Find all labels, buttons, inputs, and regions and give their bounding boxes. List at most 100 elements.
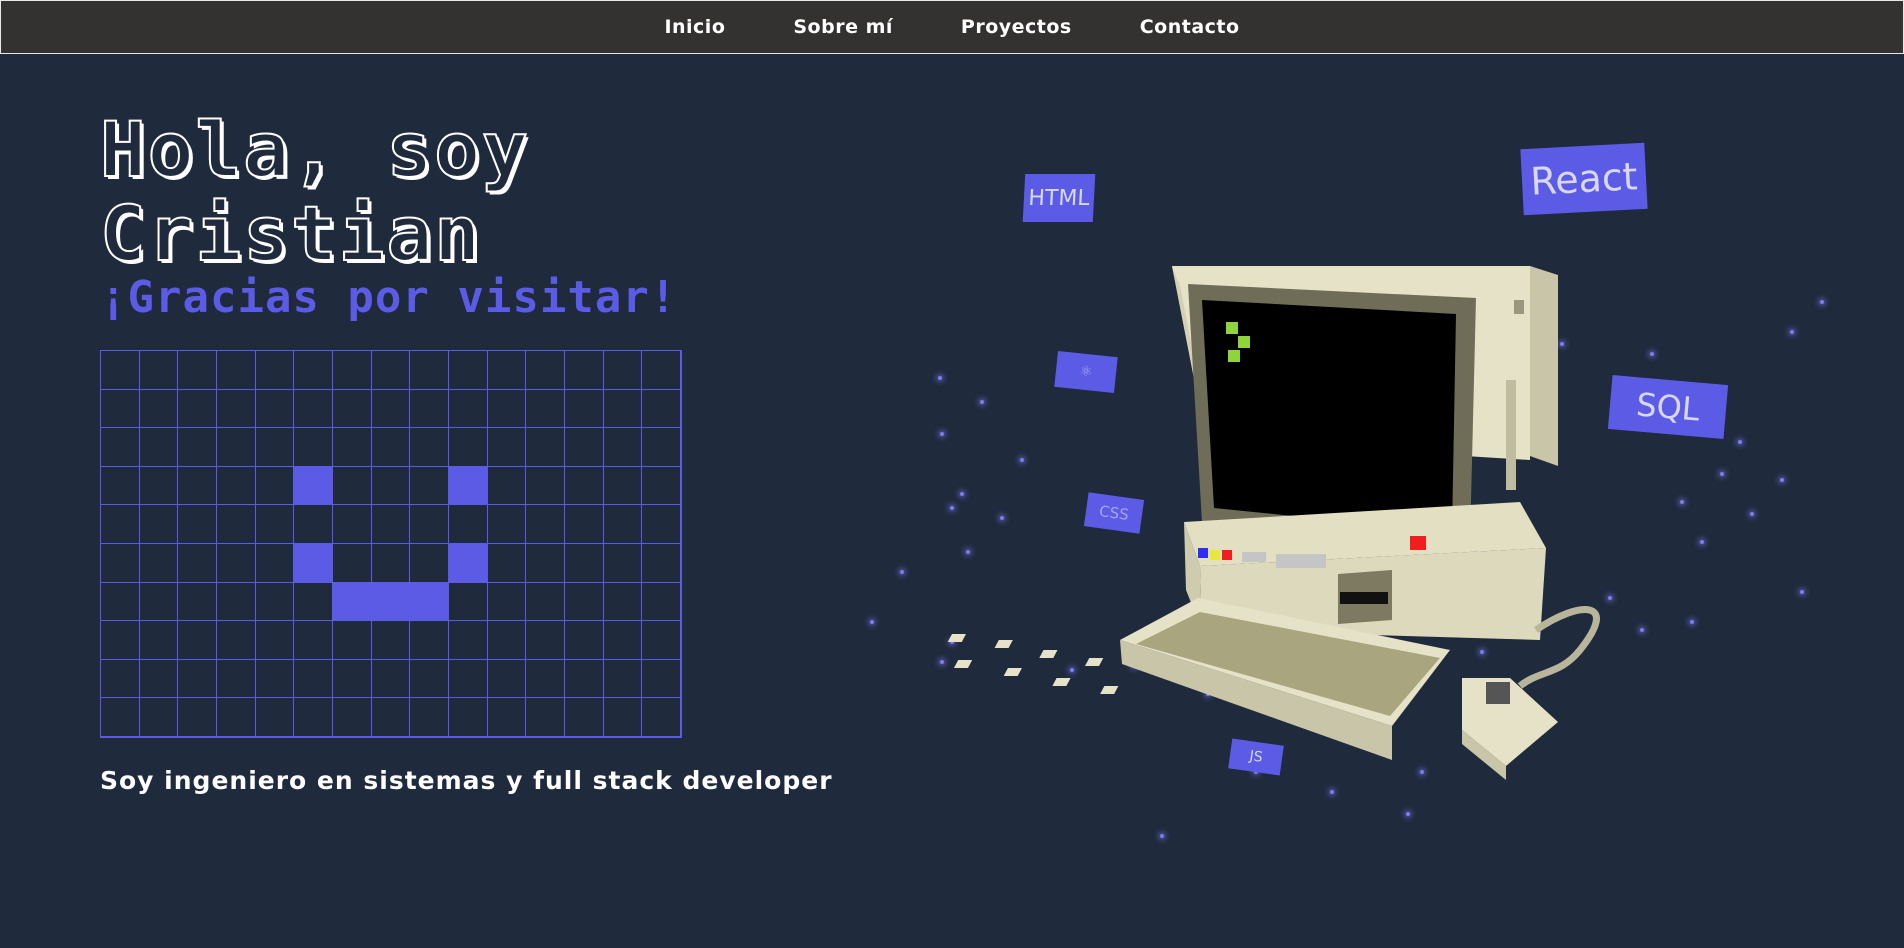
grid-cell[interactable] <box>101 505 140 544</box>
grid-cell[interactable] <box>642 698 681 737</box>
grid-cell[interactable] <box>526 659 565 699</box>
grid-cell[interactable] <box>487 466 527 506</box>
grid-cell[interactable] <box>565 351 604 390</box>
grid-cell[interactable] <box>333 621 372 660</box>
grid-cell[interactable] <box>178 389 217 429</box>
grid-cell[interactable] <box>565 505 604 544</box>
grid-cell[interactable] <box>178 698 217 737</box>
grid-cell[interactable] <box>101 582 140 622</box>
grid-cell[interactable] <box>139 543 179 583</box>
grid-cell[interactable] <box>217 582 256 622</box>
grid-cell[interactable] <box>410 621 449 660</box>
grid-cell[interactable] <box>178 621 217 660</box>
grid-cell[interactable] <box>217 659 256 699</box>
pixel-smiley-grid[interactable] <box>100 350 682 738</box>
grid-cell[interactable] <box>410 466 449 506</box>
grid-cell[interactable] <box>487 389 527 429</box>
nav-link-sobre-mi[interactable]: Sobre mí <box>793 16 893 38</box>
grid-cell[interactable] <box>487 428 527 467</box>
grid-cell[interactable] <box>526 505 565 544</box>
grid-cell[interactable] <box>294 351 333 390</box>
grid-cell[interactable] <box>178 582 217 622</box>
grid-cell[interactable] <box>178 505 217 544</box>
grid-cell[interactable] <box>217 505 256 544</box>
grid-cell[interactable] <box>294 582 333 622</box>
grid-cell[interactable] <box>410 582 449 622</box>
grid-cell[interactable] <box>333 698 372 737</box>
nav-link-contacto[interactable]: Contacto <box>1140 16 1240 38</box>
grid-cell[interactable] <box>101 659 140 699</box>
grid-cell[interactable] <box>294 543 333 583</box>
grid-cell[interactable] <box>371 466 411 506</box>
grid-cell[interactable] <box>294 389 333 429</box>
grid-cell[interactable] <box>603 389 643 429</box>
grid-cell[interactable] <box>333 505 372 544</box>
grid-cell[interactable] <box>333 543 372 583</box>
grid-cell[interactable] <box>410 428 449 467</box>
grid-cell[interactable] <box>565 582 604 622</box>
grid-cell[interactable] <box>410 351 449 390</box>
grid-cell[interactable] <box>139 505 179 544</box>
grid-cell[interactable] <box>217 543 256 583</box>
grid-cell[interactable] <box>178 428 217 467</box>
grid-cell[interactable] <box>371 659 411 699</box>
grid-cell[interactable] <box>333 582 372 622</box>
grid-cell[interactable] <box>371 582 411 622</box>
grid-cell[interactable] <box>526 698 565 737</box>
grid-cell[interactable] <box>178 543 217 583</box>
grid-cell[interactable] <box>449 428 488 467</box>
grid-cell[interactable] <box>101 389 140 429</box>
grid-cell[interactable] <box>101 698 140 737</box>
grid-cell[interactable] <box>642 466 681 506</box>
grid-cell[interactable] <box>603 621 643 660</box>
grid-cell[interactable] <box>101 621 140 660</box>
grid-cell[interactable] <box>217 351 256 390</box>
grid-cell[interactable] <box>371 351 411 390</box>
grid-cell[interactable] <box>139 389 179 429</box>
grid-cell[interactable] <box>603 543 643 583</box>
grid-cell[interactable] <box>642 389 681 429</box>
grid-cell[interactable] <box>294 428 333 467</box>
grid-cell[interactable] <box>410 389 449 429</box>
grid-cell[interactable] <box>139 698 179 737</box>
grid-cell[interactable] <box>255 543 295 583</box>
grid-cell[interactable] <box>526 428 565 467</box>
grid-cell[interactable] <box>565 428 604 467</box>
grid-cell[interactable] <box>255 621 295 660</box>
grid-cell[interactable] <box>487 351 527 390</box>
grid-cell[interactable] <box>449 389 488 429</box>
grid-cell[interactable] <box>333 428 372 467</box>
nav-link-inicio[interactable]: Inicio <box>664 16 725 38</box>
grid-cell[interactable] <box>333 351 372 390</box>
grid-cell[interactable] <box>101 351 140 390</box>
grid-cell[interactable] <box>410 543 449 583</box>
grid-cell[interactable] <box>333 466 372 506</box>
grid-cell[interactable] <box>565 659 604 699</box>
grid-cell[interactable] <box>139 466 179 506</box>
grid-cell[interactable] <box>565 543 604 583</box>
grid-cell[interactable] <box>565 698 604 737</box>
grid-cell[interactable] <box>642 659 681 699</box>
grid-cell[interactable] <box>255 505 295 544</box>
grid-cell[interactable] <box>603 466 643 506</box>
grid-cell[interactable] <box>139 428 179 467</box>
grid-cell[interactable] <box>101 543 140 583</box>
grid-cell[interactable] <box>642 543 681 583</box>
grid-cell[interactable] <box>294 505 333 544</box>
retro-computer-scene[interactable]: HTML React ⚛ SQL CSS JS <box>870 130 1824 948</box>
grid-cell[interactable] <box>603 659 643 699</box>
grid-cell[interactable] <box>526 466 565 506</box>
grid-cell[interactable] <box>255 428 295 467</box>
grid-cell[interactable] <box>101 428 140 467</box>
grid-cell[interactable] <box>139 659 179 699</box>
grid-cell[interactable] <box>449 582 488 622</box>
grid-cell[interactable] <box>178 351 217 390</box>
grid-cell[interactable] <box>255 389 295 429</box>
grid-cell[interactable] <box>294 659 333 699</box>
grid-cell[interactable] <box>217 389 256 429</box>
grid-cell[interactable] <box>449 466 488 506</box>
grid-cell[interactable] <box>526 543 565 583</box>
grid-cell[interactable] <box>255 698 295 737</box>
grid-cell[interactable] <box>217 698 256 737</box>
grid-cell[interactable] <box>294 466 333 506</box>
